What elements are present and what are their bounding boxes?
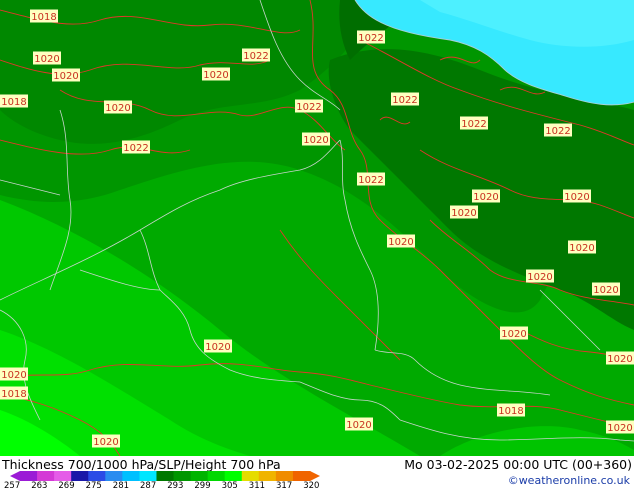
isobar-label: 1020 bbox=[606, 351, 634, 365]
isobar-label: 1020 bbox=[568, 240, 596, 254]
scale-swatch bbox=[54, 471, 72, 481]
isobar-label-text: 1020 bbox=[569, 243, 594, 254]
scale-swatch bbox=[258, 471, 277, 481]
isobar-label: 1022 bbox=[460, 116, 488, 130]
isobar-label: 1020 bbox=[92, 434, 120, 448]
isobar-label: 1020 bbox=[472, 189, 500, 203]
isobar-label: 1020 bbox=[606, 420, 634, 434]
isobar-label-text: 1022 bbox=[123, 143, 148, 154]
isobar-label: 1022 bbox=[544, 123, 572, 137]
scale-swatch bbox=[37, 471, 55, 481]
isobar-label: 1022 bbox=[357, 30, 385, 44]
isobar-label-text: 1022 bbox=[392, 95, 417, 106]
isobar-label: 1020 bbox=[500, 326, 528, 340]
isobar-label-text: 1020 bbox=[607, 354, 632, 365]
isobar-label: 1020 bbox=[387, 234, 415, 248]
scale-swatch bbox=[173, 471, 192, 481]
isobar-label-text: 1020 bbox=[388, 237, 413, 248]
scale-swatch bbox=[122, 471, 140, 481]
isobar-label-text: 1022 bbox=[358, 175, 383, 186]
scale-swatch bbox=[20, 471, 38, 481]
isobar-label: 1022 bbox=[242, 48, 270, 62]
isobar-label-text: 1020 bbox=[607, 423, 632, 434]
scale-swatch bbox=[105, 471, 123, 481]
footer: Thickness 700/1000 hPa/SLP/Height 700 hP… bbox=[0, 456, 634, 491]
isobar-label-text: 1018 bbox=[1, 97, 26, 108]
product-title: Thickness 700/1000 hPa/SLP/Height 700 hP… bbox=[2, 457, 281, 472]
isobar-label-text: 1020 bbox=[93, 437, 118, 448]
scale-arrow-right bbox=[310, 471, 320, 481]
scale-swatch bbox=[275, 471, 294, 481]
isobar-label: 1020 bbox=[563, 189, 591, 203]
isobar-label-text: 1022 bbox=[358, 33, 383, 44]
isobar-label-text: 1020 bbox=[205, 342, 230, 353]
isobar-label-text: 1020 bbox=[53, 71, 78, 82]
isobar-label-text: 1020 bbox=[593, 285, 618, 296]
scale-swatch bbox=[190, 471, 209, 481]
isobar-label: 1022 bbox=[122, 140, 150, 154]
isobar-label: 1020 bbox=[345, 417, 373, 431]
isobar-label-text: 1018 bbox=[498, 406, 523, 417]
weather-map: 1018 1020 1020 1022 1022 1020 1020 1022 1022 1020… bbox=[0, 0, 634, 456]
scale-swatch bbox=[241, 471, 260, 481]
isobar-label: 1020 bbox=[104, 100, 132, 114]
isobar-label-text: 1020 bbox=[473, 192, 498, 203]
isobar-label: 1020 bbox=[302, 132, 330, 146]
isobar-label-text: 1020 bbox=[203, 70, 228, 81]
isobar-label-text: 1020 bbox=[451, 208, 476, 219]
isobar-label-text: 1020 bbox=[1, 370, 26, 381]
scale-swatch bbox=[224, 471, 243, 481]
isobar-label: 1020 bbox=[450, 205, 478, 219]
scale-swatch bbox=[292, 471, 311, 481]
scale-swatch bbox=[71, 471, 89, 481]
isobar-label-text: 1018 bbox=[1, 389, 26, 400]
scale-swatch bbox=[139, 471, 157, 481]
isobar-label-text: 1018 bbox=[31, 12, 56, 23]
isobar-label-text: 1020 bbox=[303, 135, 328, 146]
isobar-label: 1018 bbox=[0, 94, 28, 108]
isobar-label-text: 1020 bbox=[34, 54, 59, 65]
isobar-label-text: 1022 bbox=[545, 126, 570, 137]
scale-swatch bbox=[88, 471, 106, 481]
isobar-label: 1020 bbox=[592, 282, 620, 296]
isobar-label: 1022 bbox=[357, 172, 385, 186]
isobar-label: 1022 bbox=[391, 92, 419, 106]
isobar-label-text: 1020 bbox=[105, 103, 130, 114]
isobar-label-text: 1020 bbox=[501, 329, 526, 340]
scale-arrow-left bbox=[10, 471, 20, 481]
valid-datetime: Mo 03-02-2025 00:00 UTC (00+360) bbox=[404, 457, 632, 472]
isobar-label-text: 1022 bbox=[243, 51, 268, 62]
credit-link[interactable]: ©weatheronline.co.uk bbox=[508, 474, 630, 487]
isobar-label: 1018 bbox=[497, 403, 525, 417]
isobar-label: 1018 bbox=[30, 9, 58, 23]
scale-swatch bbox=[156, 471, 175, 481]
isobar-label: 1020 bbox=[33, 51, 61, 65]
isobar-label: 1020 bbox=[0, 367, 28, 381]
isobar-label-text: 1022 bbox=[296, 102, 321, 113]
isobar-label: 1022 bbox=[295, 99, 323, 113]
isobar-label-text: 1020 bbox=[564, 192, 589, 203]
isobar-label-text: 1022 bbox=[461, 119, 486, 130]
isobar-label-text: 1020 bbox=[527, 272, 552, 283]
isobar-label: 1020 bbox=[202, 67, 230, 81]
isobar-label: 1020 bbox=[526, 269, 554, 283]
isobar-label: 1020 bbox=[52, 68, 80, 82]
scale-swatch bbox=[207, 471, 226, 481]
isobar-label: 1018 bbox=[0, 386, 28, 400]
isobar-label: 1020 bbox=[204, 339, 232, 353]
map-canvas: 1018 1020 1020 1022 1022 1020 1020 1022 1022 1020… bbox=[0, 0, 634, 456]
isobar-label-text: 1020 bbox=[346, 420, 371, 431]
